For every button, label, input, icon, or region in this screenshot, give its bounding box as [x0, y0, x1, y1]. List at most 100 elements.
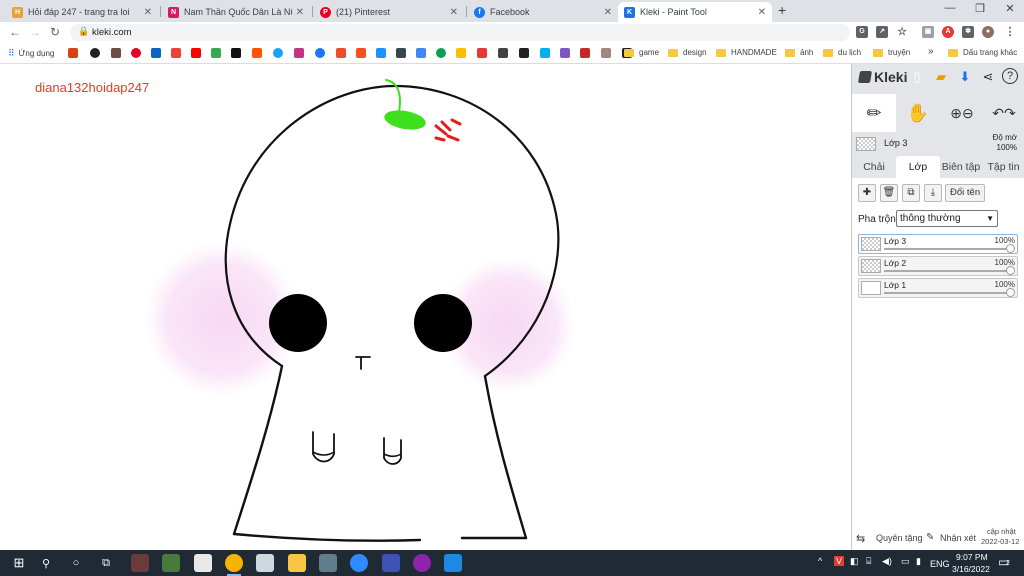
- bookmark-tiki-icon[interactable]: [376, 48, 386, 58]
- bookmark-ot-icon[interactable]: [477, 48, 487, 58]
- app-avatar-icon[interactable]: [131, 554, 149, 572]
- cortana-icon[interactable]: ○: [67, 554, 85, 572]
- tab-brush[interactable]: Chải: [852, 156, 896, 178]
- opacity-slider[interactable]: [884, 270, 1010, 272]
- start-icon[interactable]: ⊞: [10, 554, 28, 572]
- clock-time[interactable]: 9:07 PM: [956, 552, 988, 562]
- bookmark-folder-truyen[interactable]: truyện: [873, 48, 910, 57]
- bookmarks-more-button[interactable]: »: [928, 46, 934, 57]
- bookmark-folder-anh[interactable]: ảnh: [785, 48, 813, 57]
- browser-tab-kleki[interactable]: K Kleki - Paint Tool ✕: [618, 2, 772, 22]
- clock-date[interactable]: 3/16/2022: [952, 564, 990, 574]
- bookmark-play-icon[interactable]: [211, 48, 221, 58]
- puzzle-icon[interactable]: ✱: [962, 26, 974, 38]
- bookmark-soundcloud-icon[interactable]: [252, 48, 262, 58]
- bookmark-facebook-icon[interactable]: [315, 48, 325, 58]
- calendar-icon[interactable]: [444, 554, 462, 572]
- back-icon[interactable]: ←: [9, 25, 21, 39]
- opacity-slider-handle[interactable]: [1006, 266, 1015, 275]
- browser-tab-hoidap[interactable]: H Hỏi đáp 247 - trang tra loi ✕: [6, 2, 158, 22]
- calculator-icon[interactable]: [382, 554, 400, 572]
- bookmark-folder-design[interactable]: design: [668, 48, 707, 57]
- swap-icon[interactable]: ⇆: [856, 532, 865, 545]
- star-icon[interactable]: ☆: [896, 26, 908, 38]
- bookmark-red-icon[interactable]: [580, 48, 590, 58]
- opacity-slider-handle[interactable]: [1006, 288, 1015, 297]
- camera-icon[interactable]: [319, 554, 337, 572]
- network-icon[interactable]: ⌸: [866, 556, 871, 567]
- bookmark-shopee-icon[interactable]: [336, 48, 346, 58]
- tab-file[interactable]: Tập tin: [982, 156, 1024, 178]
- download-icon[interactable]: ⬇: [956, 68, 974, 86]
- app-game-icon[interactable]: [162, 554, 180, 572]
- feedback-link[interactable]: Nhận xét: [940, 533, 976, 543]
- open-folder-icon[interactable]: ▰: [932, 68, 950, 86]
- app-window-icon[interactable]: [256, 554, 274, 572]
- close-icon[interactable]: ✕: [758, 7, 766, 18]
- donate-link[interactable]: Quyên tặng: [876, 533, 923, 543]
- search-icon[interactable]: ⚲: [37, 554, 55, 572]
- browser-tab-pinterest[interactable]: P (21) Pinterest ✕: [314, 2, 464, 22]
- bookmark-twitter-icon[interactable]: [273, 48, 283, 58]
- bookmark-outlook-icon[interactable]: [151, 48, 161, 58]
- browser-tab-novel[interactable]: N Nam Thần Quốc Dân Là Nữ - Chư ✕: [162, 2, 310, 22]
- language-indicator[interactable]: ENG: [930, 559, 950, 569]
- avatar[interactable]: ●: [982, 26, 994, 38]
- bookmark-s-icon[interactable]: [396, 48, 406, 58]
- bookmark-gmail-icon[interactable]: [171, 48, 181, 58]
- close-icon[interactable]: ✕: [604, 7, 612, 18]
- layer-item-1[interactable]: Lớp 1 100%: [858, 278, 1018, 298]
- bookmark-folder-other[interactable]: Dấu trang khác: [948, 48, 1017, 57]
- brush-tool[interactable]: ✏: [852, 94, 896, 132]
- zoom-tool[interactable]: ⊕⊖: [940, 94, 984, 132]
- file-explorer-icon[interactable]: [288, 554, 306, 572]
- menu-icon[interactable]: ⋮: [1004, 26, 1016, 38]
- opacity-slider-handle[interactable]: [1006, 244, 1015, 253]
- chrome-icon[interactable]: [225, 554, 243, 576]
- reload-icon[interactable]: ↻: [50, 25, 60, 39]
- layer-item-3[interactable]: Lớp 3 100%: [858, 234, 1018, 254]
- help-icon[interactable]: ?: [1002, 68, 1018, 84]
- bookmark-bag-icon[interactable]: [356, 48, 366, 58]
- bookmark-youtube-icon[interactable]: [191, 48, 201, 58]
- bookmark-folder-dulich[interactable]: du lịch: [823, 48, 861, 57]
- bookmark-tiktok-icon[interactable]: [231, 48, 241, 58]
- delete-layer-icon[interactable]: 🗑: [880, 184, 898, 202]
- bookmark-bird-icon[interactable]: [111, 48, 121, 58]
- close-icon[interactable]: ✕: [296, 7, 304, 18]
- address-bar[interactable]: 🔒 kleki.com: [70, 24, 850, 41]
- tab-layers[interactable]: Lớp: [896, 156, 940, 178]
- tab-edit[interactable]: Biên tập: [940, 156, 982, 178]
- bookmark-black-icon[interactable]: [90, 48, 100, 58]
- paint-drop-icon[interactable]: [413, 554, 431, 572]
- bookmark-grid-icon[interactable]: [560, 48, 570, 58]
- opacity-slider[interactable]: [884, 292, 1010, 294]
- translate-icon[interactable]: G: [856, 26, 868, 38]
- hand-tool[interactable]: ✋: [896, 94, 940, 132]
- zoom-app-icon[interactable]: [350, 554, 368, 572]
- close-window-icon[interactable]: ✕: [1000, 2, 1020, 15]
- bookmark-wp-icon[interactable]: [498, 48, 508, 58]
- chevron-up-icon[interactable]: ^: [818, 556, 822, 566]
- volume-icon[interactable]: ◀): [882, 556, 892, 567]
- bookmark-folder-handmade[interactable]: HANDMADE: [716, 48, 777, 57]
- opacity-slider[interactable]: [884, 248, 1010, 250]
- bookmark-pinterest-icon[interactable]: [131, 48, 141, 58]
- browser-tab-facebook[interactable]: f Facebook ✕: [468, 2, 618, 22]
- blend-mode-select[interactable]: thông thường ▼: [896, 210, 998, 227]
- close-icon[interactable]: ✕: [450, 7, 458, 18]
- bookmark-brush-icon[interactable]: [601, 48, 611, 58]
- share-icon[interactable]: ⋖: [979, 68, 997, 86]
- restore-icon[interactable]: ❐: [970, 2, 990, 15]
- apps-bookmark[interactable]: ⠿ Ứng dụng: [8, 48, 54, 59]
- add-layer-icon[interactable]: ✚: [858, 184, 876, 202]
- antivirus-icon[interactable]: V: [834, 556, 845, 566]
- kleki-logo[interactable]: Kleki: [857, 69, 907, 85]
- rename-layer-button[interactable]: Đổi tên: [945, 184, 985, 202]
- bookmark-instagram-icon[interactable]: [294, 48, 304, 58]
- bookmark-folder-game[interactable]: game: [624, 48, 659, 57]
- battery-icon[interactable]: ▮: [916, 556, 921, 567]
- drawing-canvas[interactable]: diana132hoidap247: [0, 64, 851, 550]
- new-tab-button[interactable]: +: [778, 2, 786, 18]
- bookmark-docs-icon[interactable]: [416, 48, 426, 58]
